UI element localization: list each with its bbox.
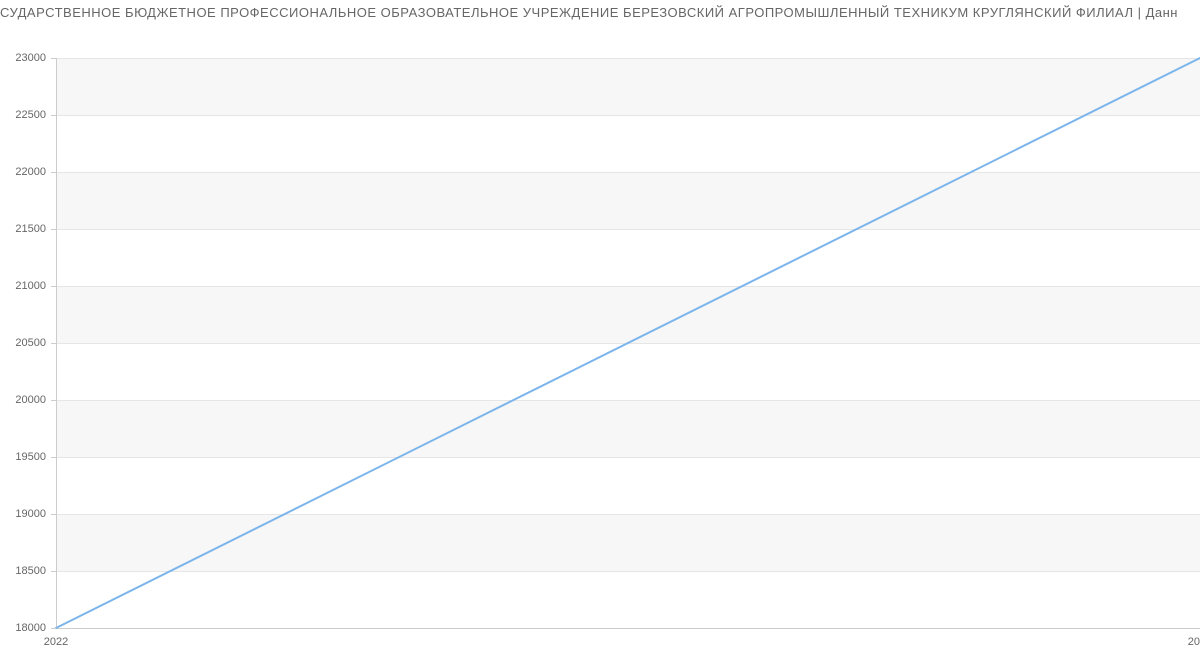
y-tick-label: 18500 [0, 565, 46, 577]
y-tick [51, 58, 56, 59]
chart-container: 18000 18500 19000 19500 20000 20500 21000 21500… [0, 30, 1200, 650]
x-tick-label: 2023 [1188, 636, 1200, 648]
y-tick [51, 514, 56, 515]
y-tick-label: 21500 [0, 223, 46, 235]
y-tick-label: 22000 [0, 166, 46, 178]
y-tick [51, 229, 56, 230]
y-tick [51, 400, 56, 401]
y-tick-label: 23000 [0, 52, 46, 64]
series-line [56, 58, 1200, 628]
y-tick-label: 21000 [0, 280, 46, 292]
x-axis [56, 628, 1200, 629]
y-tick [51, 115, 56, 116]
y-tick [51, 571, 56, 572]
y-tick [51, 457, 56, 458]
y-tick [51, 343, 56, 344]
y-tick-label: 19000 [0, 508, 46, 520]
y-tick [51, 172, 56, 173]
chart-title: СУДАРСТВЕННОЕ БЮДЖЕТНОЕ ПРОФЕССИОНАЛЬНОЕ… [0, 0, 1200, 30]
y-tick-label: 18000 [0, 622, 46, 634]
y-tick [51, 286, 56, 287]
y-tick-label: 20000 [0, 394, 46, 406]
y-tick-label: 20500 [0, 337, 46, 349]
x-tick-label: 2022 [44, 636, 68, 648]
y-tick-label: 22500 [0, 109, 46, 121]
y-tick-label: 19500 [0, 451, 46, 463]
line-series-svg [56, 58, 1200, 628]
y-tick [51, 628, 56, 629]
